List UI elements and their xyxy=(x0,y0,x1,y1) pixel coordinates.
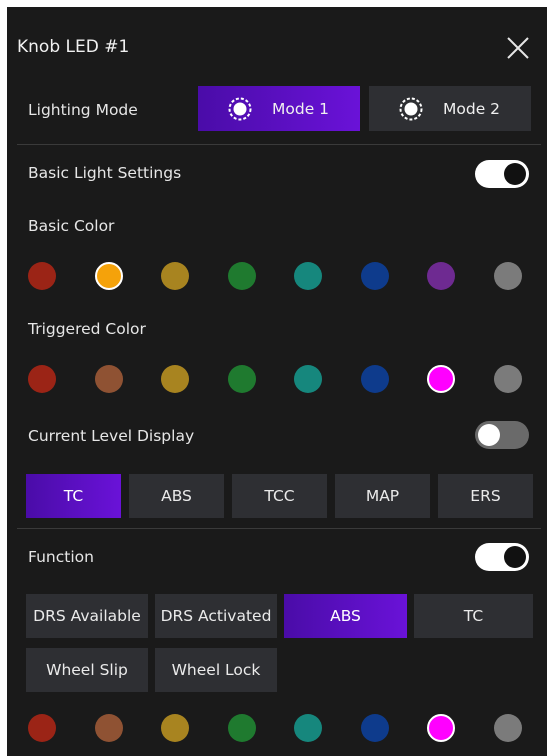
function-wheel-slip[interactable]: Wheel Slip xyxy=(26,648,148,692)
color-swatch[interactable] xyxy=(228,714,256,742)
color-swatch[interactable] xyxy=(95,262,123,290)
lighting-mode-label: Lighting Mode xyxy=(28,101,138,119)
color-swatch[interactable] xyxy=(28,714,56,742)
divider xyxy=(17,528,541,529)
current-level-display-label: Current Level Display xyxy=(28,427,195,445)
color-swatch[interactable] xyxy=(361,714,389,742)
color-swatch[interactable] xyxy=(28,365,56,393)
panel-title: Knob LED #1 xyxy=(17,37,130,57)
color-swatch[interactable] xyxy=(161,714,189,742)
color-swatch[interactable] xyxy=(228,365,256,393)
color-swatch[interactable] xyxy=(294,365,322,393)
triggered-color-swatches xyxy=(28,365,524,395)
color-swatch[interactable] xyxy=(361,262,389,290)
toggle-knob xyxy=(478,424,500,446)
color-swatch[interactable] xyxy=(494,365,522,393)
function-color-swatches xyxy=(28,714,524,744)
color-swatch[interactable] xyxy=(161,365,189,393)
color-swatch[interactable] xyxy=(28,262,56,290)
color-swatch[interactable] xyxy=(294,262,322,290)
triggered-color-label: Triggered Color xyxy=(28,320,146,338)
function-toggle[interactable] xyxy=(475,543,529,571)
dashed-ring-icon xyxy=(399,97,423,120)
color-swatch[interactable] xyxy=(427,714,455,742)
current-level-display-toggle[interactable] xyxy=(475,421,529,449)
close-icon[interactable] xyxy=(505,35,531,61)
color-swatch[interactable] xyxy=(294,714,322,742)
level-option-tc[interactable]: TC xyxy=(26,474,121,518)
color-swatch[interactable] xyxy=(494,262,522,290)
function-abs[interactable]: ABS xyxy=(284,594,407,638)
toggle-knob xyxy=(504,546,526,568)
basic-light-settings-label: Basic Light Settings xyxy=(28,164,182,182)
level-option-abs[interactable]: ABS xyxy=(129,474,224,518)
color-swatch[interactable] xyxy=(228,262,256,290)
color-swatch[interactable] xyxy=(95,714,123,742)
basic-light-toggle[interactable] xyxy=(475,160,529,188)
color-swatch[interactable] xyxy=(161,262,189,290)
toggle-knob xyxy=(504,163,526,185)
basic-color-swatches xyxy=(28,262,524,292)
function-drs-available[interactable]: DRS Available xyxy=(26,594,148,638)
level-option-ers[interactable]: ERS xyxy=(438,474,533,518)
color-swatch[interactable] xyxy=(361,365,389,393)
function-tc[interactable]: TC xyxy=(414,594,533,638)
mode-1-button[interactable]: Mode 1 xyxy=(198,86,360,131)
level-option-map[interactable]: MAP xyxy=(335,474,430,518)
mode-2-label: Mode 2 xyxy=(443,99,501,118)
color-swatch[interactable] xyxy=(427,365,455,393)
level-option-tcc[interactable]: TCC xyxy=(232,474,327,518)
knob-led-panel: Knob LED #1 Lighting Mode Mode 1 Mode 2 … xyxy=(7,7,547,756)
dashed-ring-icon xyxy=(228,97,252,120)
basic-color-label: Basic Color xyxy=(28,217,115,235)
mode-2-button[interactable]: Mode 2 xyxy=(369,86,531,131)
color-swatch[interactable] xyxy=(95,365,123,393)
divider xyxy=(17,144,541,145)
color-swatch[interactable] xyxy=(494,714,522,742)
function-label: Function xyxy=(28,548,94,566)
mode-1-label: Mode 1 xyxy=(272,99,330,118)
color-swatch[interactable] xyxy=(427,262,455,290)
function-wheel-lock[interactable]: Wheel Lock xyxy=(155,648,277,692)
function-drs-activated[interactable]: DRS Activated xyxy=(155,594,277,638)
